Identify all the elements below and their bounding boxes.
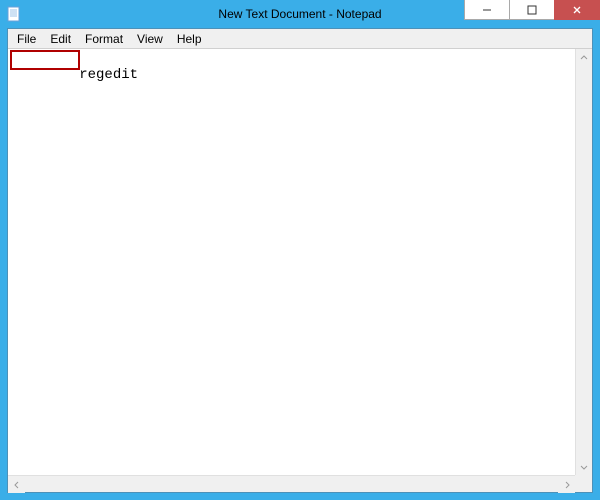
minimize-button[interactable] [464, 0, 510, 20]
menubar: File Edit Format View Help [8, 29, 592, 49]
vertical-scroll-track[interactable] [576, 66, 592, 458]
bottom-scroll-row [8, 475, 592, 492]
menu-view[interactable]: View [130, 30, 170, 48]
notepad-window: New Text Document - Notepad File Edit Fo… [0, 0, 600, 500]
scroll-left-icon[interactable] [8, 476, 25, 493]
vertical-scrollbar[interactable] [575, 49, 592, 475]
window-controls [465, 0, 600, 20]
menu-file[interactable]: File [10, 30, 43, 48]
maximize-button[interactable] [509, 0, 555, 20]
horizontal-scroll-track[interactable] [25, 476, 558, 492]
horizontal-scrollbar[interactable] [8, 475, 575, 492]
editor-content: regedit [79, 67, 138, 83]
text-editor[interactable]: regedit [8, 49, 575, 475]
scrollbar-corner [575, 475, 592, 492]
client-area: regedit [8, 49, 592, 475]
scroll-down-icon[interactable] [576, 458, 592, 475]
scroll-up-icon[interactable] [576, 49, 592, 66]
menu-format[interactable]: Format [78, 30, 130, 48]
titlebar[interactable]: New Text Document - Notepad [0, 0, 600, 28]
menu-edit[interactable]: Edit [43, 30, 78, 48]
window-title: New Text Document - Notepad [218, 7, 381, 21]
scroll-right-icon[interactable] [558, 476, 575, 493]
annotation-highlight [10, 50, 80, 70]
menu-help[interactable]: Help [170, 30, 209, 48]
content-frame: File Edit Format View Help regedit [7, 28, 593, 493]
close-button[interactable] [554, 0, 600, 20]
notepad-app-icon [6, 6, 22, 22]
